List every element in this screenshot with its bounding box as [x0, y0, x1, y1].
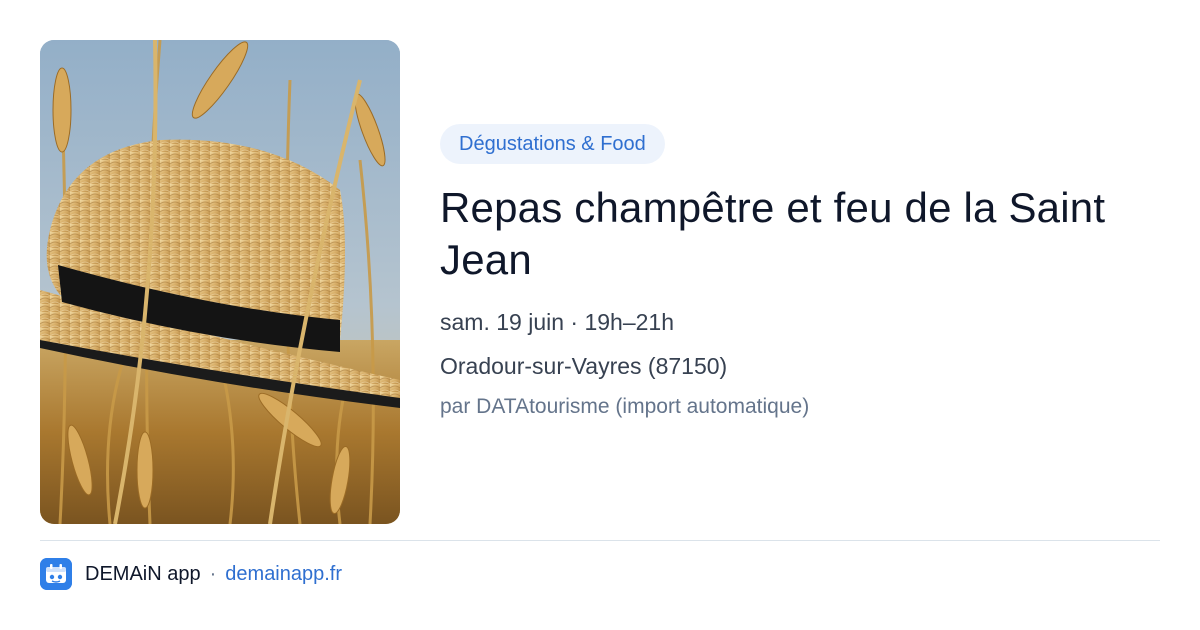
event-source: par DATAtourisme (import automatique): [440, 395, 810, 418]
category-badge[interactable]: Dégustations & Food: [440, 124, 665, 164]
demain-app-logo-icon: [40, 558, 72, 590]
event-info: Dégustations & Food Repas champêtre et f…: [440, 124, 1160, 421]
app-website-link[interactable]: demainapp.fr: [225, 563, 342, 586]
app-name: DEMAiN app: [85, 562, 201, 585]
straw-hat-image: [40, 40, 400, 524]
footer-separator: ·: [209, 562, 217, 585]
event-location: Oradour-sur-Vayres (87150): [440, 353, 728, 379]
event-share-card: Dégustations & Food Repas champêtre et f…: [0, 0, 1200, 630]
footer-divider: [40, 540, 1160, 541]
footer: DEMAiN app · demainapp.fr: [40, 558, 342, 590]
event-datetime: sam. 19 juin · 19h–21h: [440, 309, 674, 335]
event-title: Repas champêtre et feu de la Saint Jean: [440, 184, 1106, 283]
event-photo: [40, 40, 400, 524]
